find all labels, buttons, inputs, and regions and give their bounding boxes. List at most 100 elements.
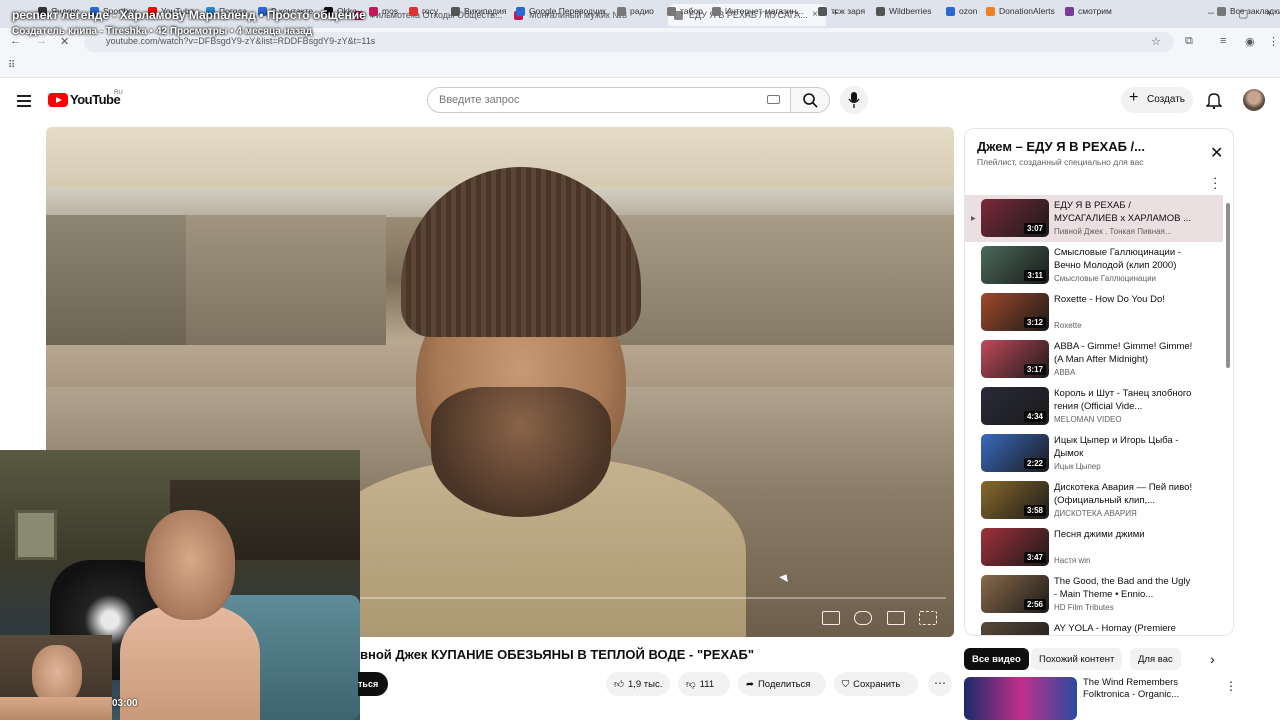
search-button[interactable] [790,87,830,113]
bookmark-item[interactable]: Wildberries [876,6,932,16]
bookmark-star-icon[interactable]: ☆ [1151,35,1161,48]
voice-search-button[interactable] [840,86,868,114]
bookmark-item[interactable]: ozon [946,6,977,16]
playlist-item-channel: MELOMAN VIDEO [1054,415,1122,424]
playlist-item-title: AY YOLA - Homay (Premiere 2025, Official… [1054,623,1176,634]
more-actions-icon[interactable]: ⋯ [928,672,952,696]
playlist-item-channel: ABBA [1054,368,1076,377]
playlist-item[interactable]: 2:22 Ицык Цыпер и Игорь Цыба - Дымок Ицык … [965,430,1223,477]
playlist-thumbnail[interactable]: 3:58 [981,481,1049,519]
bookmark-favicon-icon [409,6,418,16]
minimize-icon[interactable]: – [1208,7,1214,19]
playlist-thumbnail[interactable]: 3:17 [981,340,1049,378]
bookmark-icon: ⛉ [842,678,850,690]
playlist-thumbnail[interactable]: 2:22 [981,434,1049,472]
bookmark-item[interactable]: госу [409,6,438,16]
extensions-icon[interactable]: ⧉ [1185,35,1193,48]
bookmark-item[interactable]: тсж заря [818,6,865,16]
playlist-item[interactable]: 2:56 The Good, the Bad and the Ugly - Mai… [965,571,1223,618]
apps-grid-icon[interactable]: ⠿ [8,60,15,71]
playlist-thumbnail[interactable]: 3:07 [981,199,1049,237]
thumbs-up-icon: 👍︎ [614,679,624,690]
reading-list-icon[interactable]: ≡ [1220,35,1226,47]
playlist-item-title: Дискотека Авария — Пей пиво! (Официальны… [1054,482,1193,506]
like-button[interactable]: 👍︎ 1,9 тыс. [606,672,670,696]
bookmark-item[interactable]: mos [369,6,398,16]
dislike-button[interactable]: 👎︎ 111 [678,672,730,696]
playlist-item-title: ЕДУ Я В РЕХАБ / МУСАГАЛИЕВ х ХАРЛАМОВ ..… [1054,200,1191,224]
bookmark-favicon-icon [617,6,626,16]
stream-subtitle: Создатель клипа - Tireshka • 42 Просмотр… [12,26,313,37]
search-input[interactable]: Введите запрос [427,87,791,113]
duration-badge: 3:58 [1023,505,1046,516]
playlist-item-title: Ицык Цыпер и Игорь Цыба - Дымок [1054,435,1179,459]
playlist-thumbnail[interactable] [981,622,1049,635]
bookmark-item[interactable]: радио [617,6,654,16]
profile-icon[interactable]: ◉ [1245,35,1255,48]
playlist-item-channel: Пивной Джек . Тонкая Пивная... [1054,227,1172,236]
account-avatar[interactable] [1243,89,1265,111]
playlist-thumbnail[interactable]: 3:47 [981,528,1049,566]
playlist-panel: Джем – ЕДУ Я В РЕХАБ /... Плейлист, созд… [964,128,1234,636]
playlist-item[interactable]: 3:11 Смысловые Галлюцинации - Вечно Молод… [965,242,1223,289]
playlist-item[interactable]: 3:12 Roxette - How Do You Do! Roxette [965,289,1223,336]
video-title: вной Джек КУПАНИЕ ОБЕЗЬЯНЫ В ТЕПЛОЙ ВОДЕ… [360,647,755,662]
close-playlist-icon[interactable]: ✕ [1210,143,1223,163]
playlist-scrollbar[interactable] [1226,203,1230,368]
recommendation-menu-icon[interactable]: ⋮ [1225,679,1237,693]
video-progress-bar[interactable] [356,597,946,599]
settings-gear-icon[interactable] [854,611,872,625]
bookmark-favicon-icon [818,6,827,16]
playlist-item-current[interactable]: ▶ 3:07 ЕДУ Я В РЕХАБ / МУСАГАЛИЕВ х ХАРЛАМ… [965,195,1223,242]
browser-menu-icon[interactable]: ⋮ [1268,35,1279,48]
playlist-item-title: Песня джими джими [1054,529,1145,540]
recommendation-title[interactable]: The Wind Remembers Folktronica - Organic… [1083,677,1208,701]
share-button[interactable]: ➦ Поделиться [738,672,826,696]
bookmark-favicon-icon [451,6,460,16]
bookmark-item[interactable]: Все закладки [1217,6,1280,16]
playlist-menu-icon[interactable]: · · · [1213,171,1217,194]
bookmark-item[interactable]: DonationAlerts [986,6,1055,16]
playlist-item[interactable]: 3:47 Песня джими джими Настя win [965,524,1223,571]
chip-all-videos[interactable]: Все видео [964,648,1029,670]
playlist-item[interactable]: 4:34 Король и Шут - Танец злобного гения … [965,383,1223,430]
fullscreen-icon[interactable] [919,611,937,625]
menu-icon[interactable] [17,95,31,110]
recommendation-thumbnail[interactable] [964,677,1077,720]
now-playing-icon: ▶ [971,216,976,222]
playlist-thumbnail[interactable]: 2:56 [981,575,1049,613]
bookmark-favicon-icon [876,6,885,16]
bookmark-item[interactable]: Википедия [451,6,506,16]
bookmark-item[interactable]: Интернет-магазин... [712,6,803,16]
chip-for-you[interactable]: Для вас [1130,648,1181,670]
chevron-right-icon[interactable]: › [1210,651,1215,667]
duration-badge: 4:34 [1023,411,1046,422]
youtube-logo-text[interactable]: YouTube [70,92,121,107]
bookmark-item[interactable]: табор [667,6,703,16]
duration-badge: 2:22 [1023,458,1046,469]
stream-title: респект легенде - Харламову Марпаленд • … [12,8,366,22]
playlist-item-title: Король и Шут - Танец злобного гения (Off… [1054,388,1192,412]
youtube-logo-icon[interactable] [48,93,68,107]
playlist-item[interactable]: 3:17 ABBA - Gimme! Gimme! Gimme! (A Man A… [965,336,1223,383]
subtitles-icon[interactable] [822,611,840,625]
bookmark-item[interactable]: смотрим [1065,6,1112,16]
notifications-bell-icon[interactable] [1206,91,1222,109]
video-subject [316,157,746,637]
microphone-icon [848,92,860,108]
playlist-thumbnail[interactable]: 3:12 [981,293,1049,331]
playlist-thumbnail[interactable]: 3:11 [981,246,1049,284]
bookmark-item[interactable]: Google Переводчик [516,6,606,16]
save-button[interactable]: ⛉ Сохранить [834,672,918,696]
playlist-title[interactable]: Джем – ЕДУ Я В РЕХАБ /... [977,139,1145,154]
playlist-item[interactable]: AY YOLA - Homay (Premiere 2025, Official… [965,618,1223,635]
keyboard-icon[interactable] [767,95,780,104]
bookmark-favicon-icon [712,6,721,16]
playlist-thumbnail[interactable]: 4:34 [981,387,1049,425]
chip-related[interactable]: Похожий контент [1031,648,1123,670]
share-icon: ➦ [746,678,754,690]
miniplayer-icon[interactable] [887,611,905,625]
bookmarks-bar [0,56,1280,78]
subscribe-button[interactable]: ться [358,672,388,696]
playlist-item[interactable]: 3:58 Дискотека Авария — Пей пиво! (Официа… [965,477,1223,524]
